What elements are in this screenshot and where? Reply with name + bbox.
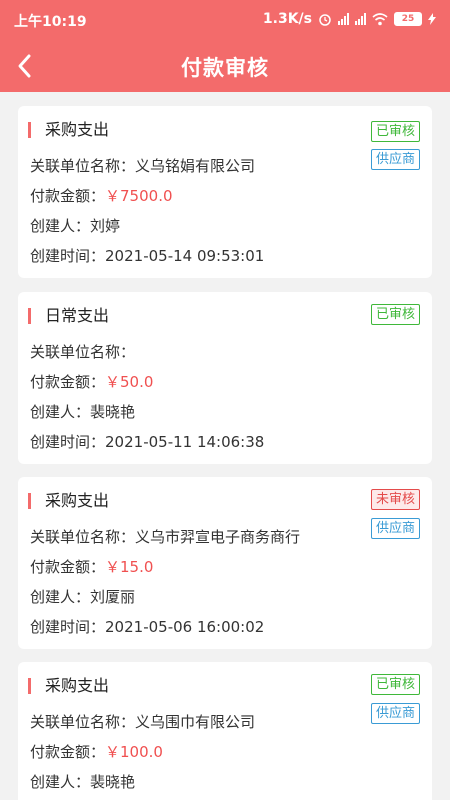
amount-value: ￥100.0 [105,743,163,761]
creator-value: 裴晓艳 [90,773,136,791]
supplier-badge: 供应商 [370,703,420,724]
amount-value: ￥50.0 [105,373,154,391]
created-label: 创建时间： [30,618,106,636]
amount-value: ￥15.0 [105,558,154,576]
creator-label: 创建人： [30,403,91,421]
creator-label: 创建人： [30,588,91,606]
unit-label: 关联单位名称： [30,713,136,731]
payment-card[interactable]: 日常支出 已审核 关联单位名称： 付款金额：￥50.0 创建人：裴晓艳 创建时间… [18,292,432,464]
created-row: 创建时间：2021-05-06 16:00:02 [30,616,264,637]
created-row: 创建时间：2021-05-14 09:53:01 [30,245,264,266]
created-label: 创建时间： [30,247,106,265]
unit-label: 关联单位名称： [30,157,136,175]
battery-icon: 25 [394,12,422,26]
expense-type: 采购支出 [28,678,109,694]
payment-card[interactable]: 采购支出 未审核 供应商 关联单位名称：义乌市羿宣电子商务商行 付款金额：￥15… [18,477,432,649]
status-badge: 已审核 [370,304,420,325]
created-row: 创建时间：2021-05-11 14:06:38 [30,431,264,452]
unit-row: 关联单位名称： [30,341,135,362]
status-badge: 未审核 [370,489,420,510]
unit-value: 义乌铭娟有限公司 [135,157,256,175]
status-time: 上午10:19 [14,14,87,30]
supplier-badge: 供应商 [370,149,420,170]
network-speed: 1.3K/s [262,11,312,27]
alarm-icon [319,14,331,26]
creator-label: 创建人： [30,773,91,791]
unit-value: 义乌市羿宣电子商务商行 [135,528,301,546]
supplier-badge: 供应商 [370,518,420,539]
status-badge: 已审核 [370,674,420,695]
charging-icon [428,13,436,25]
creator-value: 刘婷 [90,217,121,235]
status-icons: 1.3K/s 25 [263,11,436,27]
amount-label: 付款金额： [30,373,106,391]
signal-icon-2 [355,13,366,25]
unit-row: 关联单位名称：义乌围巾有限公司 [30,711,255,732]
amount-label: 付款金额： [30,187,106,205]
signal-icon [338,13,349,25]
creator-row: 创建人：裴晓艳 [30,771,135,792]
created-value: 2021-05-14 09:53:01 [105,247,265,265]
unit-row: 关联单位名称：义乌市羿宣电子商务商行 [30,526,300,547]
expense-type: 日常支出 [28,308,109,324]
amount-label: 付款金额： [30,743,106,761]
amount-row: 付款金额：￥50.0 [30,371,153,392]
creator-row: 创建人：裴晓艳 [30,401,135,422]
creator-label: 创建人： [30,217,91,235]
page-title: 付款审核 [181,56,269,80]
wifi-icon [372,12,388,25]
amount-row: 付款金额：￥7500.0 [30,185,173,206]
status-badge: 已审核 [370,121,420,142]
creator-row: 创建人：刘婷 [30,215,120,236]
status-bar: 上午10:19 1.3K/s 25 [0,0,450,40]
creator-value: 裴晓艳 [90,403,136,421]
nav-bar: 付款审核 [0,40,450,92]
amount-value: ￥7500.0 [105,187,173,205]
created-value: 2021-05-11 14:06:38 [105,433,265,451]
payment-card[interactable]: 采购支出 已审核 供应商 关联单位名称：义乌围巾有限公司 付款金额：￥100.0… [18,662,432,800]
payment-list[interactable]: 采购支出 已审核 供应商 关联单位名称：义乌铭娟有限公司 付款金额：￥7500.… [0,92,450,800]
created-label: 创建时间： [30,433,106,451]
amount-row: 付款金额：￥100.0 [30,741,163,762]
expense-type: 采购支出 [28,122,109,138]
unit-row: 关联单位名称：义乌铭娟有限公司 [30,155,255,176]
created-value: 2021-05-06 16:00:02 [105,618,265,636]
expense-type: 采购支出 [28,493,109,509]
unit-value: 义乌围巾有限公司 [135,713,256,731]
creator-row: 创建人：刘厦丽 [30,586,135,607]
amount-label: 付款金额： [30,558,106,576]
creator-value: 刘厦丽 [90,588,136,606]
unit-label: 关联单位名称： [30,528,136,546]
payment-card[interactable]: 采购支出 已审核 供应商 关联单位名称：义乌铭娟有限公司 付款金额：￥7500.… [18,106,432,278]
unit-label: 关联单位名称： [30,343,136,361]
amount-row: 付款金额：￥15.0 [30,556,153,577]
